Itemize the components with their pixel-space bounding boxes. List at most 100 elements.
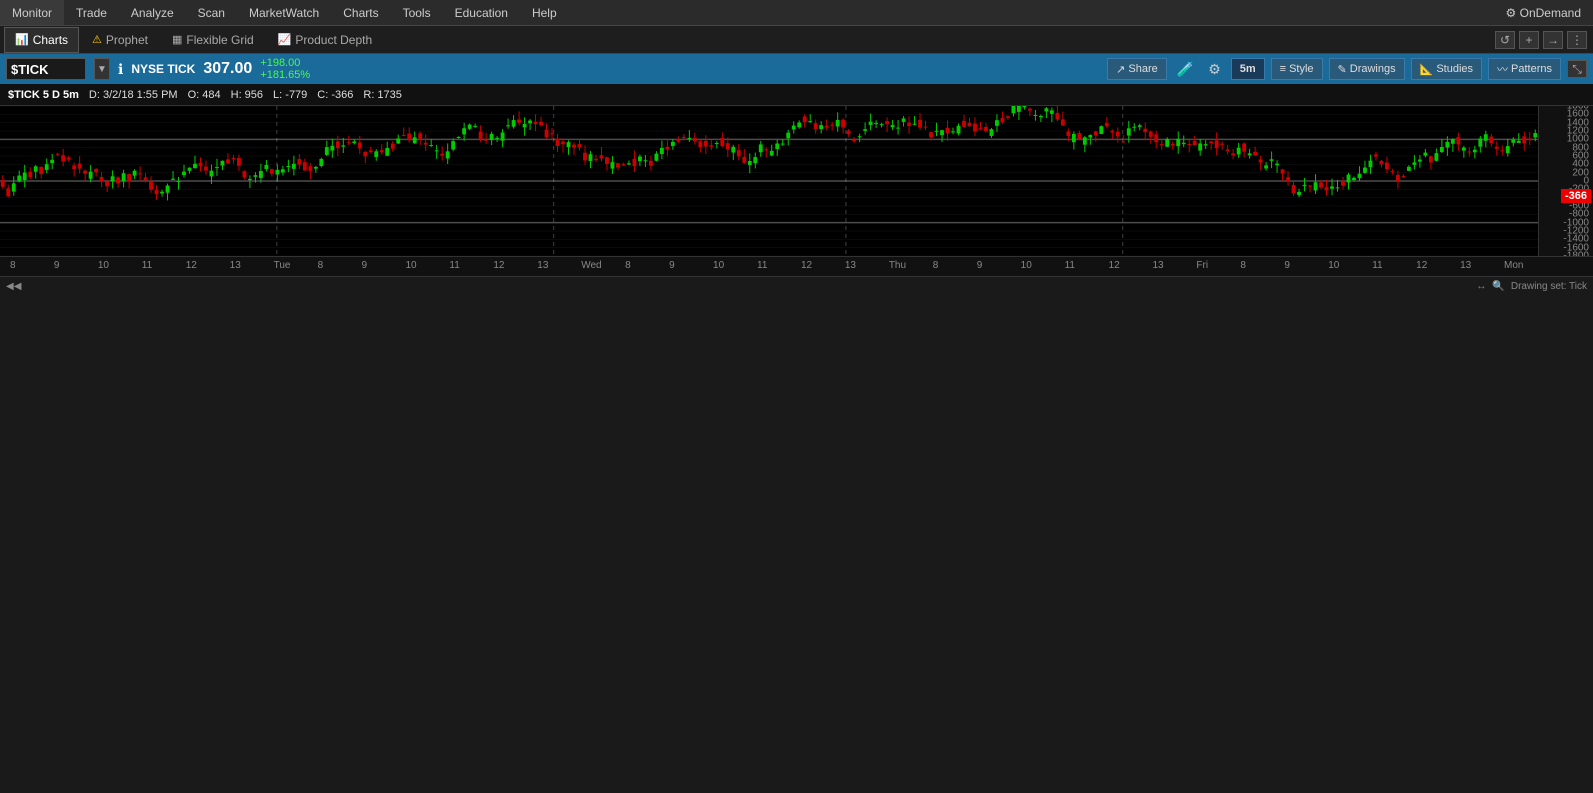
symbol-input[interactable] — [6, 58, 86, 80]
style-icon: ≡ — [1280, 63, 1286, 75]
symbol-info-icon: ℹ — [118, 61, 123, 78]
prophet-tab-icon: ⚠ — [92, 33, 102, 46]
x-axis-label: 13 — [230, 260, 241, 271]
menu-tools[interactable]: Tools — [391, 0, 443, 25]
y-axis: 180016001400120010008006004002000-200-40… — [1538, 106, 1593, 256]
x-axis-label: Tue — [274, 260, 291, 271]
x-axis-label: 8 — [625, 260, 631, 271]
x-axis-label: 13 — [1460, 260, 1471, 271]
menu-charts[interactable]: Charts — [331, 0, 390, 25]
symbol-change: +198.00 +181.65% — [260, 57, 310, 81]
chart-canvas[interactable] — [0, 106, 1538, 256]
charts-tab-icon: 📊 — [15, 33, 29, 46]
studies-btn[interactable]: 📐 Studies — [1411, 58, 1482, 80]
current-price-label: -366 — [1561, 189, 1591, 203]
menu-trade[interactable]: Trade — [64, 0, 119, 25]
bottom-bar: ◀◀ ↔ 🔍 Drawing set: Tick — [0, 276, 1593, 296]
x-axis-label: Fri — [1196, 260, 1208, 271]
symbol-controls: ↗ Share 🧪 ⚙ 5m ≡ Style ✎ Drawings 📐 Stud… — [1107, 58, 1587, 80]
share-btn[interactable]: ↗ Share — [1107, 58, 1167, 80]
symbol-price: 307.00 — [203, 60, 252, 78]
y-axis-label: -1800 — [1563, 251, 1589, 257]
style-btn[interactable]: ≡ Style — [1271, 58, 1323, 80]
x-axis-label: 9 — [669, 260, 675, 271]
scroll-left-btn[interactable]: ◀◀ — [6, 281, 21, 292]
gear-btn[interactable]: ⚙ — [1204, 61, 1225, 78]
x-axis-label: 12 — [186, 260, 197, 271]
drawings-icon: ✎ — [1338, 63, 1347, 76]
drawing-set-label: Drawing set: Tick — [1511, 281, 1587, 292]
menu-marketwatch[interactable]: MarketWatch — [237, 0, 331, 25]
flask-btn[interactable]: 🧪 — [1173, 61, 1198, 78]
menu-education[interactable]: Education — [443, 0, 520, 25]
menu-ondemand[interactable]: ⚙ OnDemand — [1494, 0, 1593, 25]
ohlc-symbol: $TICK 5 D 5m — [8, 89, 79, 101]
x-axis-label: 12 — [493, 260, 504, 271]
tab-forward-btn[interactable]: → — [1543, 31, 1563, 49]
x-axis-label: 8 — [1240, 260, 1246, 271]
chart-main: 180016001400120010008006004002000-200-40… — [0, 106, 1593, 276]
tab-add-btn[interactable]: + — [1519, 31, 1539, 49]
menu-monitor[interactable]: Monitor — [0, 0, 64, 25]
x-axis-label: 11 — [142, 260, 152, 271]
ohlc-date: D: 3/2/18 1:55 PM — [89, 89, 178, 101]
x-axis-label: 13 — [1152, 260, 1163, 271]
x-axis-label: 10 — [1328, 260, 1339, 271]
x-axis-label: 9 — [1284, 260, 1290, 271]
tab-back-btn[interactable]: ↺ — [1495, 31, 1515, 49]
drawings-btn[interactable]: ✎ Drawings — [1329, 58, 1405, 80]
product-depth-icon: 📈 — [278, 33, 292, 46]
x-axis-label: 11 — [1372, 260, 1382, 271]
menu-help[interactable]: Help — [520, 0, 569, 25]
x-axis-label: 11 — [449, 260, 459, 271]
tab-product-depth[interactable]: 📈 Product Depth — [267, 27, 383, 53]
x-axis-label: Wed — [581, 260, 601, 271]
ohlc-range: R: 1735 — [363, 89, 402, 101]
x-axis-label: 10 — [713, 260, 724, 271]
tab-charts[interactable]: 📊 Charts — [4, 27, 79, 53]
x-axis-label: Thu — [889, 260, 906, 271]
timeframe-btn[interactable]: 5m — [1231, 58, 1265, 80]
menu-scan[interactable]: Scan — [186, 0, 237, 25]
tab-prophet[interactable]: ⚠ Prophet — [81, 27, 159, 53]
x-axis-label: 11 — [757, 260, 767, 271]
ohlc-open: O: 484 — [188, 89, 221, 101]
x-axis-label: 10 — [98, 260, 109, 271]
crosshair-icon[interactable]: ↔ — [1476, 281, 1486, 292]
x-axis: 8 9 10 11 12 13 Tue 8 9 10 11 12 13 Wed 8 9 10 11 12 13 Thu 8… — [0, 256, 1593, 276]
ohlc-low: L: -779 — [273, 89, 307, 101]
x-axis-label: 10 — [1021, 260, 1032, 271]
x-axis-label: 9 — [54, 260, 60, 271]
x-axis-label: 11 — [1065, 260, 1075, 271]
ohlc-high: H: 956 — [231, 89, 263, 101]
x-axis-label: 9 — [362, 260, 368, 271]
symbol-bar: ▼ ℹ NYSE TICK 307.00 +198.00 +181.65% ↗ … — [0, 54, 1593, 84]
tab-menu-btn[interactable]: ⋮ — [1567, 31, 1587, 49]
x-axis-label: 13 — [537, 260, 548, 271]
x-axis-label: 9 — [977, 260, 983, 271]
x-axis-label: 12 — [801, 260, 812, 271]
expand-icon[interactable]: ⤡ — [1567, 60, 1587, 78]
patterns-icon: 〰 — [1497, 61, 1508, 77]
ohlc-close: C: -366 — [317, 89, 353, 101]
ohlc-bar: $TICK 5 D 5m D: 3/2/18 1:55 PM O: 484 H:… — [0, 84, 1593, 106]
zoom-icon[interactable]: 🔍 — [1492, 281, 1504, 292]
chart-svg — [0, 106, 1538, 256]
tab-flexible-grid[interactable]: ▦ Flexible Grid — [161, 27, 265, 53]
exchange-name: NYSE TICK — [131, 62, 195, 76]
x-axis-label: 8 — [318, 260, 324, 271]
flex-grid-icon: ▦ — [172, 33, 182, 46]
share-icon: ↗ — [1116, 63, 1125, 76]
x-axis-label: 8 — [933, 260, 939, 271]
menu-analyze[interactable]: Analyze — [119, 0, 186, 25]
tab-controls: ↺ + → ⋮ — [1495, 31, 1593, 49]
x-axis-label: Mon — [1504, 260, 1523, 271]
x-axis-label: 8 — [10, 260, 16, 271]
symbol-dropdown[interactable]: ▼ — [94, 58, 110, 80]
menu-bar: Monitor Trade Analyze Scan MarketWatch C… — [0, 0, 1593, 26]
x-axis-label: 12 — [1109, 260, 1120, 271]
x-axis-label: 12 — [1416, 260, 1427, 271]
studies-icon: 📐 — [1420, 63, 1434, 76]
patterns-btn[interactable]: 〰 Patterns — [1488, 58, 1561, 80]
x-axis-label: 13 — [845, 260, 856, 271]
